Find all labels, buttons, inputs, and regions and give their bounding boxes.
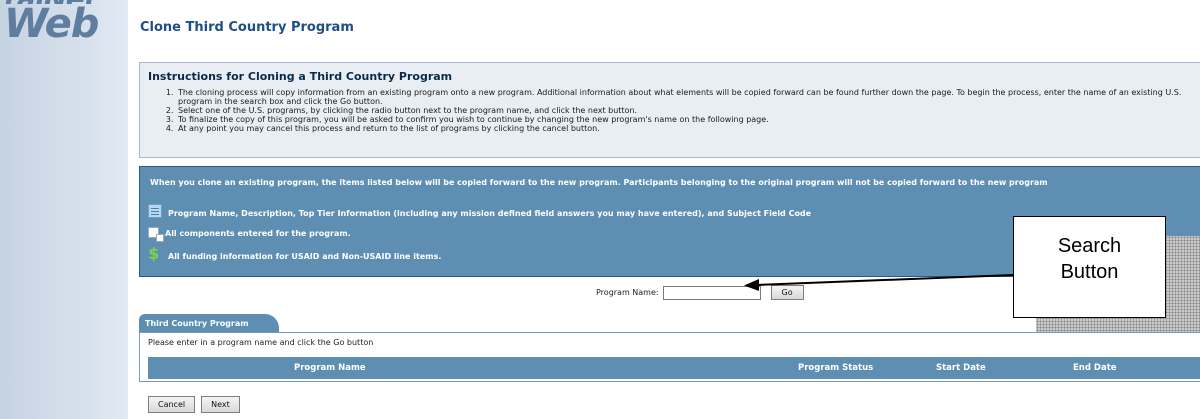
program-name-label: Program Name: — [596, 288, 659, 297]
instruction-step: At any point you may cancel this process… — [176, 124, 1200, 133]
copy-item-components: All components entered for the program. — [148, 227, 351, 242]
instructions-heading: Instructions for Cloning a Third Country… — [148, 70, 453, 83]
column-header-program-status[interactable]: Program Status — [798, 363, 873, 373]
components-icon — [148, 227, 164, 242]
callout-line: Search — [1057, 235, 1122, 257]
copy-forward-intro: When you clone an existing program, the … — [150, 178, 1048, 187]
tab-third-country-program[interactable]: Third Country Program — [139, 314, 279, 332]
copy-item-text: All funding information for USAID and No… — [168, 252, 442, 261]
search-button-callout: Search Button — [1013, 216, 1166, 318]
instruction-step: The cloning process will copy informatio… — [176, 88, 1200, 106]
copy-item-text: Program Name, Description, Top Tier Info… — [168, 209, 812, 218]
instruction-step: To finalize the copy of this program, yo… — [176, 115, 1200, 124]
results-hint: Please enter in a program name and click… — [148, 338, 374, 347]
trainet-web-logo: raiNet Web — [4, 0, 99, 47]
results-panel: Please enter in a program name and click… — [139, 332, 1200, 382]
cancel-button[interactable]: Cancel — [148, 396, 196, 413]
column-header-end-date[interactable]: End Date — [1073, 363, 1117, 373]
results-table-header: Program Name Program Status Start Date E… — [148, 357, 1200, 379]
column-header-program-name[interactable]: Program Name — [294, 363, 366, 373]
dollar-icon: $ — [148, 244, 160, 263]
copy-item-text: All components entered for the program. — [165, 229, 351, 238]
left-sidebar: raiNet Web — [0, 0, 128, 419]
page-title: Clone Third Country Program — [140, 20, 354, 35]
table-icon — [148, 204, 162, 218]
next-button[interactable]: Next — [201, 396, 240, 413]
logo-main-text: Web — [4, 1, 99, 47]
callout-arrow — [744, 274, 1014, 291]
copy-item-program-info: Program Name, Description, Top Tier Info… — [148, 204, 811, 218]
column-header-start-date[interactable]: Start Date — [936, 363, 986, 373]
instruction-step: Select one of the U.S. programs, by clic… — [176, 106, 1200, 115]
callout-line: Button — [1060, 261, 1119, 283]
copy-item-funding: $ All funding information for USAID and … — [148, 244, 442, 263]
instructions-list: The cloning process will copy informatio… — [176, 88, 1200, 133]
wizard-actions: Cancel Next — [148, 396, 240, 413]
instructions-panel: Instructions for Cloning a Third Country… — [139, 62, 1200, 158]
